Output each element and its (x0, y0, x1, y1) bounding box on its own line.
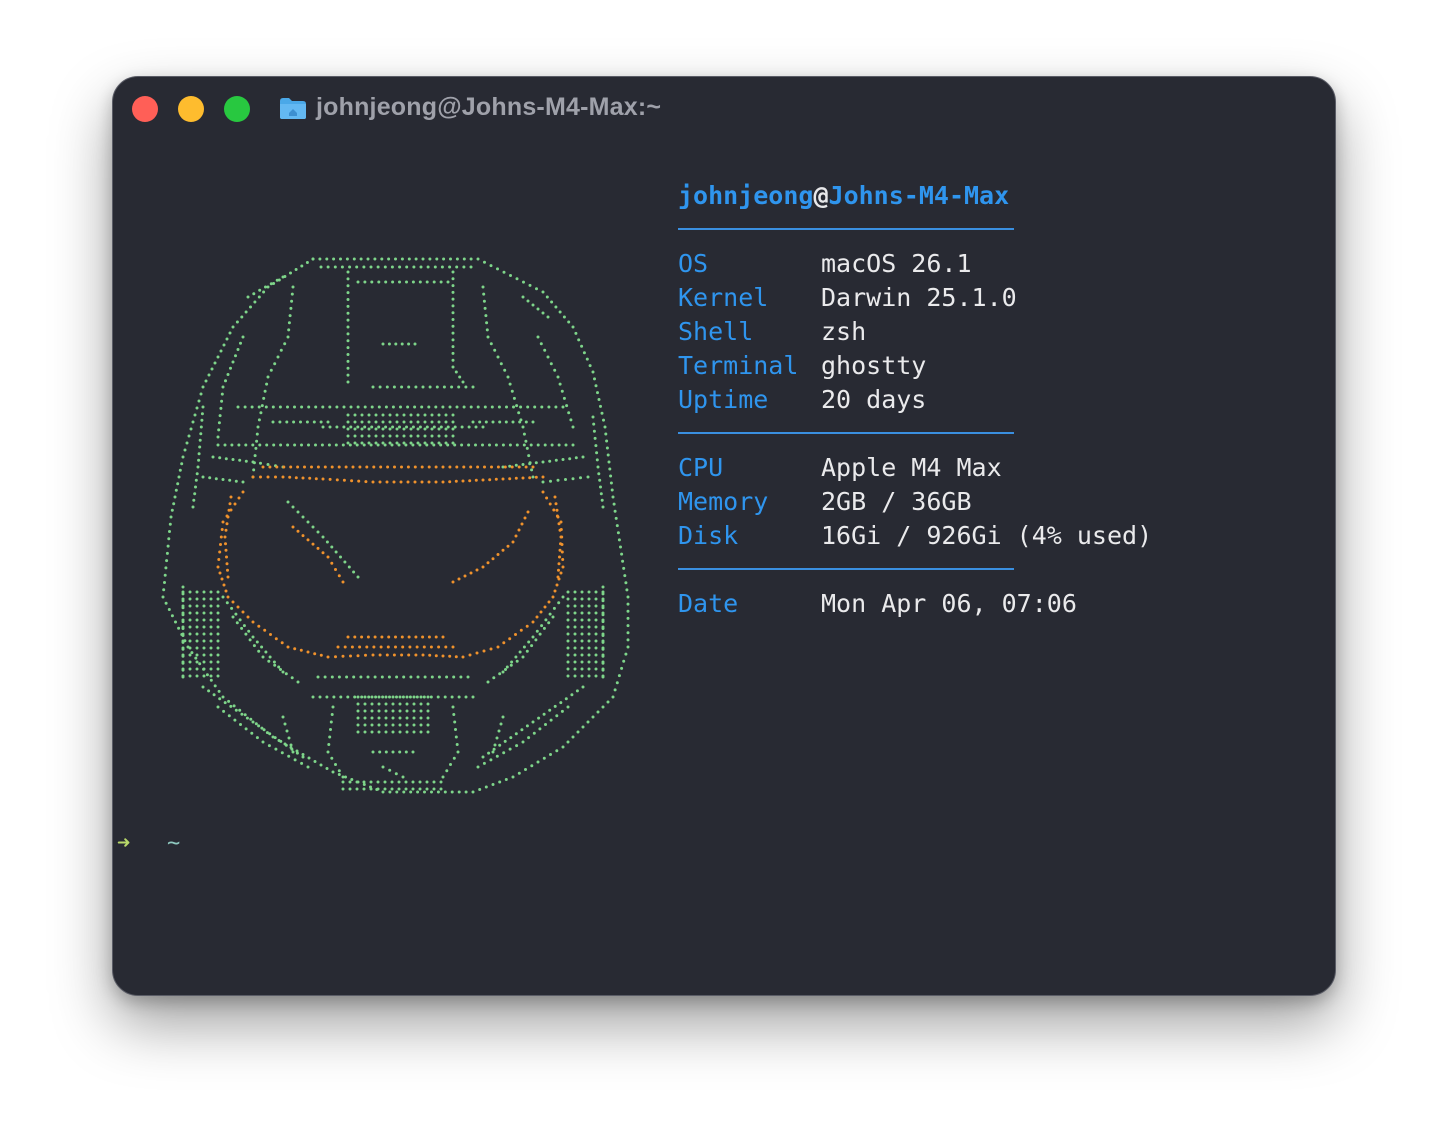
title-bar: johnjeong@Johns-M4-Max:~ (113, 77, 1335, 141)
separator (678, 432, 1014, 434)
minimize-button[interactable] (178, 96, 204, 122)
user-host-line: johnjeong@Johns-M4-Max (678, 181, 1009, 210)
prompt-cwd: ~ (167, 831, 181, 856)
info-value: 20 days (821, 385, 927, 414)
close-button[interactable] (132, 96, 158, 122)
helmet-ascii-art (161, 257, 630, 794)
info-value: Apple M4 Max (821, 453, 1002, 482)
folder-home-icon (280, 98, 306, 119)
prompt-arrow-icon: ➜ (117, 831, 131, 856)
separator (678, 568, 1014, 570)
info-value: zsh (821, 317, 867, 346)
hostname: Johns-M4-Max (828, 181, 1010, 210)
info-value: 2GB / 36GB (821, 487, 972, 516)
info-key: Shell (678, 317, 754, 346)
info-key: OS (678, 249, 709, 278)
zoom-button[interactable] (224, 96, 250, 122)
info-value: 16Gi / 926Gi (4% used) (821, 521, 1153, 550)
info-key: Memory (678, 487, 769, 516)
info-key: CPU (678, 453, 724, 482)
info-value: ghostty (821, 351, 927, 380)
info-key: Date (678, 589, 739, 618)
info-value: macOS 26.1 (821, 249, 972, 278)
info-key: Kernel (678, 283, 769, 312)
info-key: Uptime (678, 385, 769, 414)
separator (678, 228, 1014, 230)
window-title: johnjeong@Johns-M4-Max:~ (316, 93, 662, 121)
info-key: Terminal (678, 351, 799, 380)
terminal-window: johnjeong@Johns-M4-Max:~ johnjeong@Johns… (112, 76, 1336, 996)
info-value: Mon Apr 06, 07:06 (821, 589, 1077, 618)
username: johnjeong (678, 181, 814, 210)
at-sign: @ (813, 181, 829, 210)
info-key: Disk (678, 521, 739, 550)
info-value: Darwin 25.1.0 (821, 283, 1017, 312)
